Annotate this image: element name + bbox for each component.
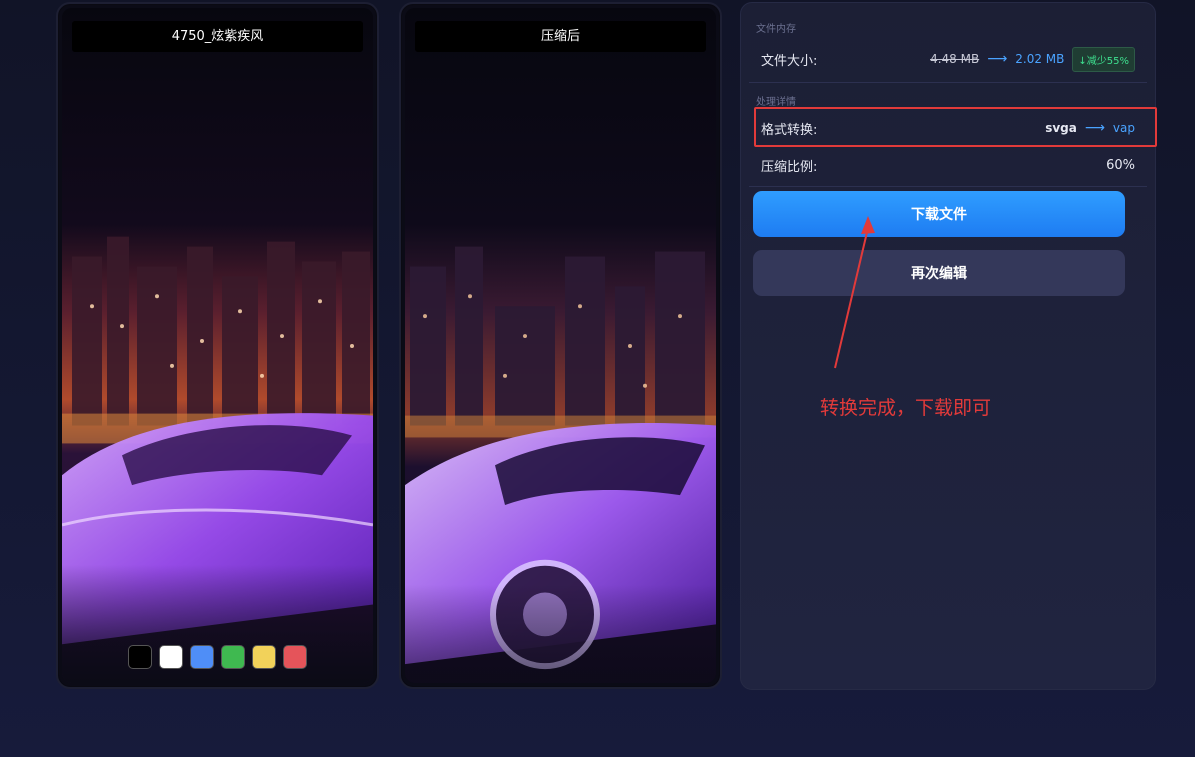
swatch-red[interactable] <box>283 645 307 669</box>
divider <box>749 186 1147 187</box>
background-color-swatches <box>58 645 377 669</box>
size-arrow-icon: ⟶ <box>987 51 1008 67</box>
swatch-blue[interactable] <box>190 645 214 669</box>
swatch-white[interactable] <box>159 645 183 669</box>
compressed-preview-title: 压缩后 <box>415 21 706 52</box>
file-size-label: 文件大小: <box>761 53 818 69</box>
result-panel: 文件内存 文件大小: 4.48 MB ⟶ 2.02 MB ↓减少55% 处理详情… <box>740 2 1156 690</box>
file-size-row: 文件大小: 4.48 MB ⟶ 2.02 MB ↓减少55% <box>761 46 1135 72</box>
original-size: 4.48 MB <box>930 52 980 66</box>
ratio-row: 压缩比例: 60% <box>761 155 1135 175</box>
format-highlight-box <box>754 107 1157 147</box>
reedit-button[interactable]: 再次编辑 <box>753 250 1125 296</box>
swatch-green[interactable] <box>221 645 245 669</box>
original-preview-card: 4750_炫紫疾风 <box>56 2 379 689</box>
annotation-text: 转换完成，下载即可 <box>820 397 992 419</box>
ratio-label: 压缩比例: <box>761 159 818 175</box>
download-button[interactable]: 下载文件 <box>753 191 1125 237</box>
car-scene-image <box>62 8 373 683</box>
original-preview-title: 4750_炫紫疾风 <box>72 21 363 52</box>
car-scene-image <box>405 8 716 683</box>
compressed-preview-card: 压缩后 <box>399 2 722 689</box>
swatch-black[interactable] <box>128 645 152 669</box>
ratio-value: 60% <box>1106 157 1135 173</box>
divider <box>749 82 1147 83</box>
compressed-animation-preview <box>405 8 716 683</box>
details-section-label: 处理详情 <box>756 97 796 108</box>
reduction-badge: ↓减少55% <box>1072 46 1135 72</box>
swatch-yellow[interactable] <box>252 645 276 669</box>
compressed-size: 2.02 MB <box>1015 52 1065 66</box>
original-animation-preview <box>62 8 373 683</box>
file-memory-section-label: 文件内存 <box>756 24 796 35</box>
